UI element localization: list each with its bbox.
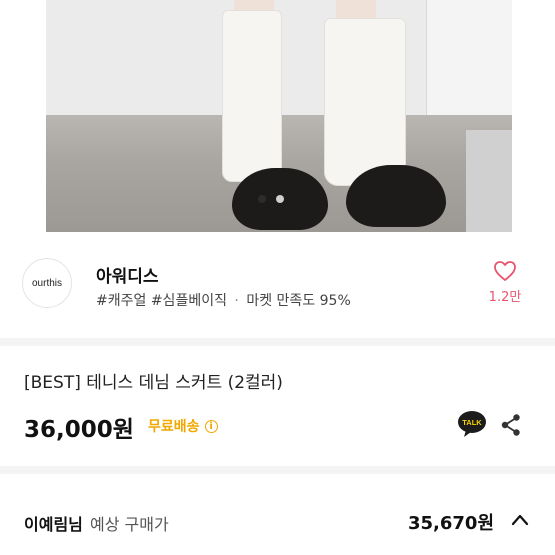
like-button[interactable]: 1.2만 (485, 260, 525, 305)
seller-info[interactable]: ourthis 아워디스 #캐주얼 #심플베이직 · 마켓 만족도 95% 1.… (0, 240, 555, 320)
photo-left-leg-warmer (222, 10, 282, 182)
photo-floor-step (466, 130, 512, 232)
expected-price-caption: 예상 구매가 (89, 515, 169, 534)
like-count: 1.2만 (488, 290, 522, 305)
carousel-dot-2[interactable] (276, 195, 284, 203)
product-image-carousel[interactable] (0, 0, 555, 232)
carousel-dot-1[interactable] (258, 195, 266, 203)
carousel-indicator (258, 195, 284, 203)
kakao-talk-button[interactable]: TALK (457, 410, 487, 438)
photo-wall-panel (426, 0, 512, 118)
section-divider (0, 338, 555, 346)
tag-separator: · (234, 293, 239, 309)
heart-icon (494, 261, 516, 281)
shipping-label: 무료배송 (148, 419, 200, 435)
info-icon[interactable]: i (204, 419, 218, 433)
product-title: [BEST] 테니스 데님 스커트 (2컬러) (24, 373, 283, 393)
seller-tag[interactable]: #심플베이직 (151, 293, 227, 309)
seller-logo-text: ourthis (31, 277, 62, 289)
seller-tags: #캐주얼 #심플베이직 · 마켓 만족도 95% (96, 290, 351, 310)
photo-right-leg-warmer (324, 18, 406, 186)
seller-name[interactable]: 아워디스 (96, 262, 159, 287)
expected-price-label: 이예림님 예상 구매가 (24, 511, 169, 535)
seller-logo[interactable]: ourthis (22, 258, 72, 308)
share-icon[interactable] (499, 413, 523, 437)
expected-price-value: 35,670원 (408, 513, 495, 534)
seller-satisfaction: 마켓 만족도 95% (246, 293, 351, 309)
photo-right-leg (336, 0, 376, 20)
talk-icon-label: TALK (462, 418, 482, 427)
section-divider (0, 466, 555, 474)
seller-tag[interactable]: #캐주얼 (96, 293, 146, 309)
shipping-badge[interactable]: 무료배송 i (148, 416, 218, 436)
photo-right-shoe (346, 165, 446, 227)
product-price: 36,000원 (24, 417, 134, 443)
user-name: 이예림님 (24, 515, 83, 534)
chevron-up-icon[interactable] (510, 512, 530, 528)
